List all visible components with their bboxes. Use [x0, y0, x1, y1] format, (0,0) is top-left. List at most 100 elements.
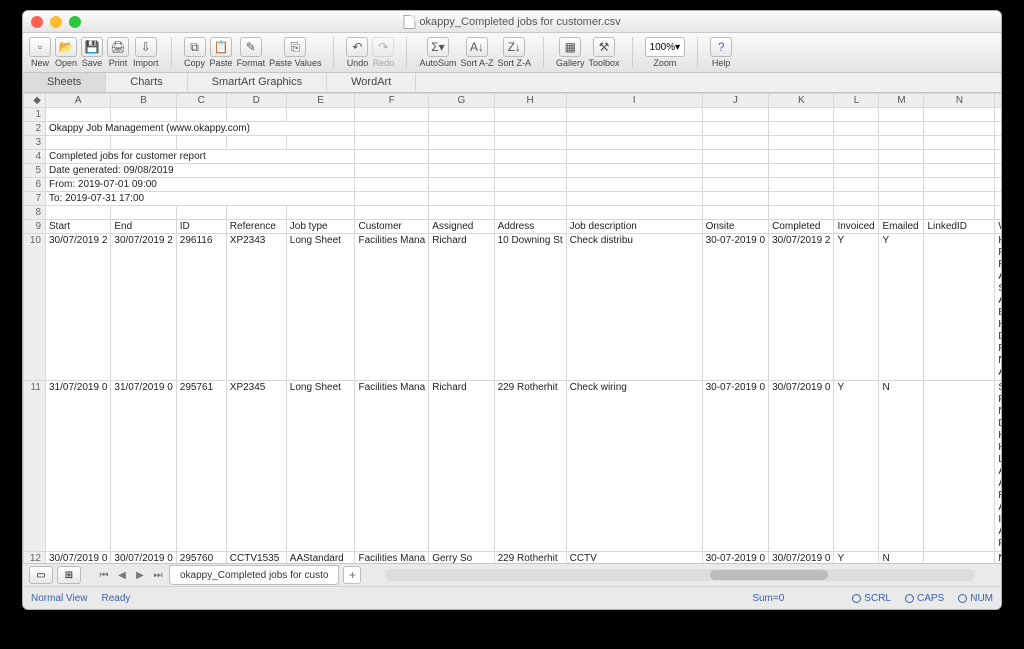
cell[interactable]: [226, 136, 286, 150]
cell[interactable]: [494, 206, 566, 220]
add-sheet-button[interactable]: +: [343, 566, 361, 584]
cell[interactable]: [834, 122, 879, 136]
cell[interactable]: [995, 136, 1001, 150]
gallery-button[interactable]: ▦Gallery: [556, 37, 585, 68]
cell[interactable]: [995, 122, 1001, 136]
cell[interactable]: 229 Rotherhit: [494, 552, 566, 564]
cell[interactable]: [566, 150, 702, 164]
status-scrl[interactable]: SCRL: [852, 593, 891, 604]
minimize-icon[interactable]: [50, 16, 62, 28]
cell[interactable]: [494, 122, 566, 136]
cell[interactable]: [924, 178, 995, 192]
status-caps[interactable]: CAPS: [905, 593, 944, 604]
cell[interactable]: [566, 178, 702, 192]
cell[interactable]: Richard: [429, 234, 494, 381]
cell[interactable]: Job type: [286, 220, 355, 234]
tab-first-icon[interactable]: ⏮: [97, 568, 111, 582]
cell[interactable]: N: [879, 381, 924, 552]
cell[interactable]: 30-07-2019 0: [702, 234, 769, 381]
cell[interactable]: [995, 150, 1001, 164]
column-header-K[interactable]: K: [769, 94, 834, 108]
cell[interactable]: [355, 206, 429, 220]
grid[interactable]: ◆ABCDEFGHIJKLMNO12Okappy Job Management …: [23, 93, 1001, 563]
row-header[interactable]: 12: [24, 552, 46, 564]
cell[interactable]: [702, 150, 769, 164]
tab-prev-icon[interactable]: ◀: [115, 568, 129, 582]
cell[interactable]: 30/07/2019 0: [769, 552, 834, 564]
format-button[interactable]: ✎Format: [237, 37, 266, 68]
subtab-sheets[interactable]: Sheets: [23, 73, 106, 92]
row-header[interactable]: 10: [24, 234, 46, 381]
copy-button[interactable]: ⧉Copy: [184, 37, 206, 68]
cell[interactable]: [995, 164, 1001, 178]
cell[interactable]: [286, 136, 355, 150]
cell[interactable]: [494, 164, 566, 178]
row-header[interactable]: 4: [24, 150, 46, 164]
cell[interactable]: 30/07/2019 0: [46, 552, 111, 564]
cell[interactable]: [702, 122, 769, 136]
row-header[interactable]: 6: [24, 178, 46, 192]
cell[interactable]: [355, 178, 429, 192]
cell[interactable]: [429, 192, 494, 206]
cell[interactable]: [429, 150, 494, 164]
cell[interactable]: [429, 164, 494, 178]
cell[interactable]: [566, 206, 702, 220]
cell[interactable]: XP2345: [226, 381, 286, 552]
cell[interactable]: N: [879, 552, 924, 564]
cell[interactable]: [702, 108, 769, 122]
column-header-M[interactable]: M: [879, 94, 924, 108]
cell[interactable]: [226, 206, 286, 220]
cell[interactable]: [702, 192, 769, 206]
cell[interactable]: Start Time:9Finish Time:10No. of Hours:1…: [995, 381, 1001, 552]
cell[interactable]: [834, 136, 879, 150]
cell[interactable]: Completed jobs for customer report: [46, 150, 355, 164]
cell[interactable]: [834, 192, 879, 206]
cell[interactable]: [494, 136, 566, 150]
zoom-control[interactable]: 100% ▾Zoom: [645, 37, 686, 68]
cell[interactable]: [769, 108, 834, 122]
subtab-charts[interactable]: Charts: [106, 73, 187, 92]
row-header[interactable]: 2: [24, 122, 46, 136]
column-header-L[interactable]: L: [834, 94, 879, 108]
cell[interactable]: [879, 164, 924, 178]
cell[interactable]: AAStandard: [286, 552, 355, 564]
cell[interactable]: 295761: [176, 381, 226, 552]
cell[interactable]: [924, 164, 995, 178]
cell[interactable]: [494, 150, 566, 164]
row-header[interactable]: 9: [24, 220, 46, 234]
cell[interactable]: [429, 178, 494, 192]
cell[interactable]: [46, 206, 111, 220]
cell[interactable]: Facilities Mana: [355, 234, 429, 381]
cell[interactable]: Long Sheet: [286, 234, 355, 381]
cell[interactable]: 30-07-2019 0: [702, 381, 769, 552]
cell[interactable]: [924, 150, 995, 164]
cell[interactable]: [995, 192, 1001, 206]
cell[interactable]: From: 2019-07-01 09:00: [46, 178, 355, 192]
cell[interactable]: [769, 206, 834, 220]
cell[interactable]: LinkedID: [924, 220, 995, 234]
cell[interactable]: Check distribu: [566, 234, 702, 381]
cell[interactable]: 30/07/2019 2: [769, 234, 834, 381]
cell[interactable]: 295760: [176, 552, 226, 564]
cell[interactable]: [494, 108, 566, 122]
paste-values-button[interactable]: ⎘Paste Values: [269, 37, 321, 68]
help-button[interactable]: ?Help: [710, 37, 732, 68]
page-layout-view-button[interactable]: ⊞: [57, 566, 81, 584]
cell[interactable]: 31/07/2019 0: [46, 381, 111, 552]
open-button[interactable]: 📂Open: [55, 37, 77, 68]
cell[interactable]: [834, 164, 879, 178]
cell[interactable]: Y: [879, 234, 924, 381]
zoom-icon[interactable]: [69, 16, 81, 28]
cell[interactable]: [879, 178, 924, 192]
cell[interactable]: [924, 552, 995, 564]
row-header[interactable]: 5: [24, 164, 46, 178]
subtab-wordart[interactable]: WordArt: [327, 73, 416, 92]
cell[interactable]: [286, 108, 355, 122]
cell[interactable]: To: 2019-07-31 17:00: [46, 192, 355, 206]
new-button[interactable]: ▫New: [29, 37, 51, 68]
cell[interactable]: 30/07/2019 2: [111, 234, 176, 381]
sheet-tab[interactable]: okappy_Completed jobs for custo: [169, 565, 339, 585]
cell[interactable]: [111, 108, 176, 122]
cell[interactable]: [769, 122, 834, 136]
cell[interactable]: 229 Rotherhit: [494, 381, 566, 552]
